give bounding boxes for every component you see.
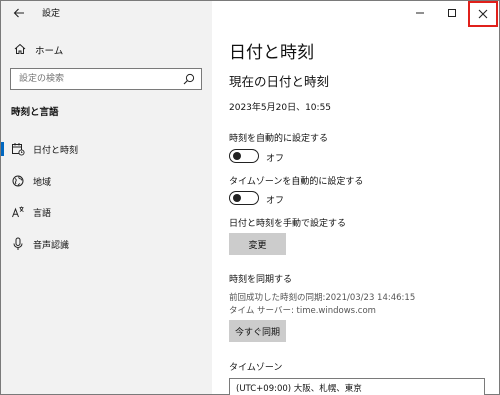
sidebar-item-language[interactable]: 言語 (1, 201, 212, 223)
section-title: 時刻と言語 (11, 107, 59, 118)
settings-window: 設定 ホーム 時刻と言語 日付と時刻 地域 言語 音声認識 (0, 0, 500, 395)
auto-timezone-label: タイムゾーンを自動的に設定する (229, 177, 364, 187)
last-sync-text: 前回成功した時刻の同期:2021/03/23 14:46:15 (229, 293, 416, 303)
sidebar-item-speech[interactable]: 音声認識 (1, 233, 212, 255)
app-title: 設定 (42, 9, 61, 19)
back-arrow-icon (13, 8, 24, 18)
window-controls (404, 1, 499, 27)
minimize-icon (416, 12, 424, 14)
home-icon (14, 43, 26, 54)
sidebar-item-label: 地域 (33, 178, 52, 188)
timezone-label: タイムゾーン (229, 363, 283, 373)
current-datetime-heading: 現在の日付と時刻 (229, 74, 330, 89)
maximize-icon (448, 9, 456, 17)
maximize-button[interactable] (436, 1, 468, 25)
sync-label: 時刻を同期する (229, 275, 293, 285)
microphone-icon (13, 237, 23, 250)
sidebar-item-label: 音声認識 (33, 241, 70, 251)
current-datetime-value: 2023年5月20日、10:55 (229, 103, 332, 113)
sidebar: 設定 ホーム 時刻と言語 日付と時刻 地域 言語 音声認識 (1, 1, 212, 394)
search-box[interactable] (10, 68, 202, 90)
toggle-knob (233, 152, 241, 160)
close-icon (478, 9, 488, 19)
home-link[interactable]: ホーム (1, 39, 212, 59)
auto-timezone-state: オフ (266, 196, 285, 206)
minimize-button[interactable] (404, 1, 436, 25)
sidebar-item-date-time[interactable]: 日付と時刻 (1, 138, 212, 160)
change-button[interactable]: 変更 (229, 233, 286, 255)
manual-set-label: 日付と時刻を手動で設定する (229, 219, 347, 229)
time-server-text: タイム サーバー: time.windows.com (229, 306, 376, 316)
sidebar-item-label: 日付と時刻 (33, 146, 79, 156)
timezone-select[interactable]: (UTC+09:00) 大阪、札幌、東京 (229, 378, 485, 395)
sidebar-item-region[interactable]: 地域 (1, 170, 212, 192)
auto-time-toggle[interactable] (229, 149, 259, 163)
main-content: 日付と時刻 現在の日付と時刻 2023年5月20日、10:55 時刻を自動的に設… (212, 1, 499, 395)
title-bar: 設定 (1, 1, 212, 25)
auto-timezone-toggle[interactable] (229, 191, 259, 205)
language-icon (12, 206, 24, 218)
search-input[interactable] (11, 69, 181, 89)
sidebar-item-label: 言語 (33, 209, 52, 219)
page-title: 日付と時刻 (229, 43, 314, 63)
calendar-icon (12, 143, 25, 156)
sync-now-button[interactable]: 今すぐ同期 (229, 320, 286, 342)
home-label: ホーム (35, 46, 64, 57)
globe-icon (12, 175, 24, 187)
search-icon[interactable] (183, 73, 195, 85)
close-button[interactable] (468, 1, 498, 27)
auto-time-state: オフ (266, 154, 285, 164)
back-button[interactable] (11, 5, 27, 21)
active-indicator (1, 142, 4, 156)
auto-time-label: 時刻を自動的に設定する (229, 134, 329, 144)
toggle-knob (233, 194, 241, 202)
